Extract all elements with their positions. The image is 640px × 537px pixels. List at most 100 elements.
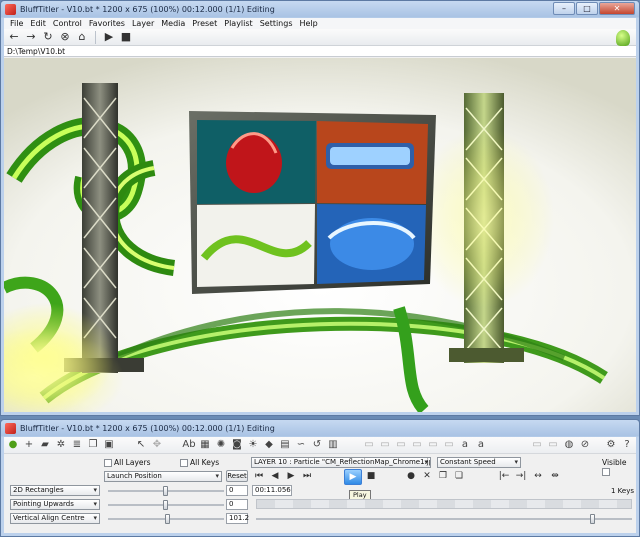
launch-position-select[interactable]: Launch Position: [104, 471, 222, 482]
text-abc-icon[interactable]: Ab: [182, 438, 196, 452]
control-window-title: BluffTitler - V10.bt * 1200 x 675 (100%)…: [20, 424, 275, 433]
menu-edit[interactable]: Edit: [30, 18, 46, 29]
expand-icon[interactable]: ↔: [531, 470, 545, 483]
slider-1-thumb[interactable]: [163, 486, 168, 496]
lamp-icon[interactable]: ◍: [562, 438, 576, 452]
gear-small-icon[interactable]: ✲: [54, 438, 68, 452]
play-icon[interactable]: ▶: [102, 30, 116, 44]
help-icon[interactable]: ?: [620, 438, 634, 452]
layers-icon[interactable]: ≣: [70, 438, 84, 452]
plugin-icon[interactable]: ▥: [326, 438, 340, 452]
camera-icon[interactable]: ◙: [230, 438, 244, 452]
slider-1[interactable]: [108, 486, 224, 496]
menu-settings[interactable]: Settings: [260, 18, 293, 29]
menu-favorites[interactable]: Favorites: [89, 18, 125, 29]
menu-playlist[interactable]: Playlist: [224, 18, 252, 29]
font-icon[interactable]: a: [474, 438, 488, 452]
disabled-tool-icon[interactable]: ▭: [410, 438, 424, 452]
close-button[interactable]: ✕: [599, 2, 635, 15]
copy-layer-icon[interactable]: ❐: [86, 438, 100, 452]
slider-3[interactable]: [108, 514, 224, 524]
time-slider[interactable]: [256, 514, 632, 524]
value-3-field[interactable]: 101.2: [226, 513, 249, 524]
stop-circle-icon[interactable]: ⊗: [58, 30, 72, 44]
stop-square-icon[interactable]: ■: [119, 30, 133, 44]
menu-layer[interactable]: Layer: [132, 18, 154, 29]
move-icon[interactable]: ✥: [150, 438, 164, 452]
copy-key-icon[interactable]: ❐: [436, 470, 450, 483]
caption-buttons: – □ ✕: [553, 2, 635, 15]
settings-gear-icon[interactable]: ⚙: [604, 438, 618, 452]
save-layer-icon[interactable]: ▣: [102, 438, 116, 452]
no-icon[interactable]: ⊘: [578, 438, 592, 452]
step-back-icon[interactable]: ◀: [268, 470, 282, 483]
menu-control[interactable]: Control: [53, 18, 82, 29]
forward-arrow-icon[interactable]: →: [24, 30, 38, 44]
disabled-tool-icon[interactable]: ▭: [426, 438, 440, 452]
refresh-icon[interactable]: ↻: [41, 30, 55, 44]
menu-preset[interactable]: Preset: [192, 18, 217, 29]
stop-button[interactable]: ■: [364, 470, 378, 483]
main-toolbar: ← → ↻ ⊗ ⌂ ▶ ■: [4, 29, 636, 46]
shape-icon[interactable]: ◆: [262, 438, 276, 452]
disabled-tool-icon[interactable]: ▭: [442, 438, 456, 452]
time-field[interactable]: 00:11.056: [252, 485, 292, 496]
visible-check[interactable]: [602, 468, 610, 476]
delete-key-icon[interactable]: ✕: [420, 470, 434, 483]
slider-2[interactable]: [108, 500, 224, 510]
minimize-button[interactable]: –: [553, 2, 575, 15]
light-icon[interactable]: ☀: [246, 438, 260, 452]
control-titlebar[interactable]: BluffTitler - V10.bt * 1200 x 675 (100%)…: [1, 420, 639, 437]
menu-file[interactable]: File: [10, 18, 23, 29]
reset-button[interactable]: Reset: [226, 470, 248, 482]
value-2-field[interactable]: 0: [226, 499, 248, 510]
picture-icon[interactable]: ▦: [198, 438, 212, 452]
value-1-field[interactable]: 0: [226, 485, 248, 496]
all-layers-check[interactable]: [104, 459, 112, 467]
all-keys-check[interactable]: [180, 459, 188, 467]
render-viewport[interactable]: [4, 58, 636, 412]
visible-checkbox[interactable]: Visible: [602, 458, 636, 476]
all-layers-checkbox[interactable]: All Layers: [104, 458, 151, 467]
add-layer-icon[interactable]: +: [22, 438, 36, 452]
play-button[interactable]: ▶: [344, 469, 362, 485]
all-keys-checkbox[interactable]: All Keys: [180, 458, 219, 467]
time-slider-thumb[interactable]: [590, 514, 595, 524]
cursor-icon[interactable]: ↖: [134, 438, 148, 452]
paste-key-icon[interactable]: ❏: [452, 470, 466, 483]
menu-media[interactable]: Media: [161, 18, 185, 29]
align-select[interactable]: Vertical Align Centre: [10, 513, 100, 524]
rotate-icon[interactable]: ↺: [310, 438, 324, 452]
file-path-bar: D:\Temp\V10.bt: [4, 46, 636, 57]
particle-icon[interactable]: ✺: [214, 438, 228, 452]
menu-help[interactable]: Help: [300, 18, 318, 29]
shrink-icon[interactable]: ⇹: [548, 470, 562, 483]
delete-text-icon[interactable]: a: [458, 438, 472, 452]
maximize-button[interactable]: □: [576, 2, 598, 15]
next-key-icon[interactable]: →|: [514, 470, 528, 483]
ribbon-icon[interactable]: ∽: [294, 438, 308, 452]
video-icon[interactable]: ▤: [278, 438, 292, 452]
disabled-tool-icon[interactable]: ▭: [546, 438, 560, 452]
prev-key-icon[interactable]: |←: [497, 470, 511, 483]
skip-end-icon[interactable]: ⏭: [300, 470, 314, 483]
timeline-track[interactable]: [256, 499, 632, 509]
back-arrow-icon[interactable]: ←: [7, 30, 21, 44]
main-titlebar[interactable]: BluffTitler - V10.bt * 1200 x 675 (100%)…: [1, 1, 639, 18]
skip-start-icon[interactable]: ⏮: [252, 470, 266, 483]
main-client-area: File Edit Control Favorites Layer Media …: [4, 18, 636, 412]
direction-select[interactable]: Pointing Upwards: [10, 499, 100, 510]
home-icon[interactable]: ⌂: [75, 30, 89, 44]
disabled-tool-icon[interactable]: ▭: [530, 438, 544, 452]
speed-select[interactable]: Constant Speed: [437, 457, 521, 468]
add-folder-icon[interactable]: ▰: [38, 438, 52, 452]
disabled-tool-icon[interactable]: ▭: [362, 438, 376, 452]
slider-3-thumb[interactable]: [165, 514, 170, 524]
slider-2-thumb[interactable]: [163, 500, 168, 510]
particle-shape-select[interactable]: 2D Rectangles: [10, 485, 100, 496]
disabled-tool-icon[interactable]: ▭: [378, 438, 392, 452]
step-forward-icon[interactable]: ▶: [284, 470, 298, 483]
record-key-icon[interactable]: ●: [404, 470, 418, 483]
layer-select[interactable]: LAYER 10 : Particle "CM_ReflectionMap_Ch…: [251, 457, 431, 468]
disabled-tool-icon[interactable]: ▭: [394, 438, 408, 452]
